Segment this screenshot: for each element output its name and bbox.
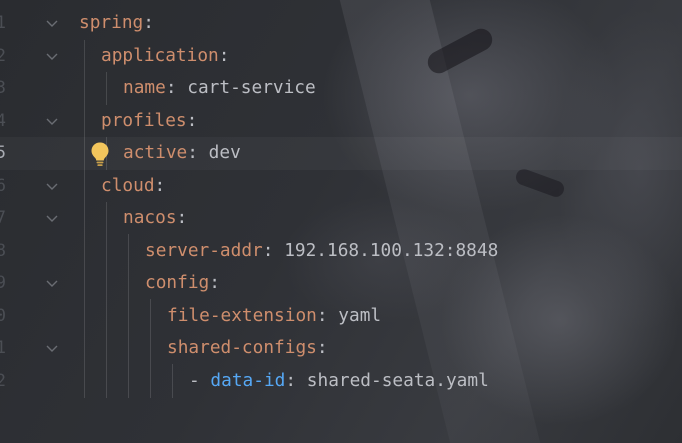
- yaml-value: yaml: [327, 304, 382, 326]
- code-line[interactable]: 2 application:: [0, 40, 682, 73]
- chevron-down-icon[interactable]: [44, 46, 60, 66]
- yaml-key: profiles: [101, 109, 187, 131]
- yaml-entry[interactable]: config:: [145, 267, 220, 300]
- yaml-key: nacos: [123, 207, 177, 228]
- line-number[interactable]: 11: [0, 332, 6, 365]
- yaml-entry[interactable]: cloud:: [101, 170, 165, 203]
- code-line[interactable]: 9 config:: [0, 267, 682, 300]
- yaml-entry[interactable]: name: cart-service: [123, 72, 316, 105]
- code-line[interactable]: 11 shared-configs:: [0, 332, 682, 365]
- yaml-key: shared-configs: [167, 337, 317, 358]
- yaml-entry[interactable]: server-addr: 192.168.100.132:8848: [145, 235, 498, 268]
- yaml-colon: :: [316, 337, 328, 358]
- line-number[interactable]: 1: [0, 7, 6, 40]
- yaml-key: spring: [79, 12, 144, 33]
- code-line[interactable]: 7 nacos:: [0, 202, 682, 235]
- yaml-entry[interactable]: profiles:: [101, 105, 197, 138]
- yaml-colon: :: [316, 304, 328, 326]
- line-number[interactable]: 9: [0, 267, 6, 300]
- yaml-colon: :: [176, 207, 188, 228]
- yaml-entry[interactable]: shared-configs:: [167, 332, 328, 365]
- chevron-down-icon[interactable]: [44, 273, 60, 293]
- yaml-value: 192.168.100.132:8848: [273, 239, 499, 261]
- code-line[interactable]: 10 file-extension: yaml: [0, 300, 682, 333]
- code-line[interactable]: 4 profiles:: [0, 105, 682, 138]
- yaml-colon: :: [262, 239, 274, 261]
- yaml-entry[interactable]: nacos:: [123, 202, 187, 235]
- yaml-entry[interactable]: active: dev: [123, 137, 241, 170]
- list-dash: -: [189, 369, 211, 391]
- yaml-key: active: [123, 142, 188, 163]
- yaml-colon: :: [165, 77, 177, 98]
- yaml-value: dev: [197, 142, 241, 163]
- yaml-colon: :: [154, 174, 166, 196]
- yaml-entry[interactable]: file-extension: yaml: [167, 300, 381, 333]
- yaml-key: file-extension: [167, 304, 317, 326]
- lightbulb-icon[interactable]: [90, 141, 110, 167]
- yaml-entry[interactable]: application:: [101, 40, 229, 73]
- line-number[interactable]: 10: [0, 300, 6, 333]
- yaml-value: shared-seata.yaml: [296, 369, 489, 391]
- yaml-value: cart-service: [176, 77, 316, 98]
- line-number[interactable]: 2: [0, 40, 6, 73]
- line-number[interactable]: 4: [0, 105, 6, 138]
- line-number[interactable]: 5: [0, 137, 6, 170]
- yaml-entry[interactable]: spring:: [79, 7, 154, 40]
- yaml-key: application: [101, 44, 219, 66]
- yaml-key: data-id: [210, 369, 286, 391]
- code-editor[interactable]: 1 spring: 2 application: 3 name: cart-service…: [0, 0, 682, 443]
- yaml-key: cloud: [101, 174, 155, 196]
- code-line[interactable]: 1 spring:: [0, 7, 682, 40]
- yaml-colon: :: [209, 272, 220, 293]
- yaml-key: name: [123, 77, 166, 98]
- code-line[interactable]: 6 cloud:: [0, 170, 682, 203]
- yaml-key: server-addr: [145, 239, 263, 261]
- line-number[interactable]: 7: [0, 202, 6, 235]
- code-line[interactable]: 8 server-addr: 192.168.100.132:8848: [0, 235, 682, 268]
- chevron-down-icon[interactable]: [44, 208, 60, 228]
- line-number[interactable]: 12: [0, 365, 6, 398]
- chevron-down-icon[interactable]: [44, 176, 60, 196]
- yaml-colon: :: [186, 109, 198, 131]
- chevron-down-icon[interactable]: [44, 13, 60, 33]
- line-number[interactable]: 8: [0, 235, 6, 268]
- yaml-colon: :: [218, 44, 230, 66]
- line-number[interactable]: 3: [0, 72, 6, 105]
- yaml-colon: :: [187, 142, 198, 163]
- code-line[interactable]: 3 name: cart-service: [0, 72, 682, 105]
- yaml-colon: :: [285, 369, 297, 391]
- code-line[interactable]: 12 - data-id: shared-seata.yaml: [0, 365, 682, 398]
- yaml-entry[interactable]: - data-id: shared-seata.yaml: [189, 365, 489, 398]
- chevron-down-icon[interactable]: [44, 111, 60, 131]
- line-number[interactable]: 6: [0, 170, 6, 203]
- yaml-colon: :: [143, 12, 154, 33]
- chevron-down-icon[interactable]: [44, 338, 60, 358]
- yaml-key: config: [145, 272, 210, 293]
